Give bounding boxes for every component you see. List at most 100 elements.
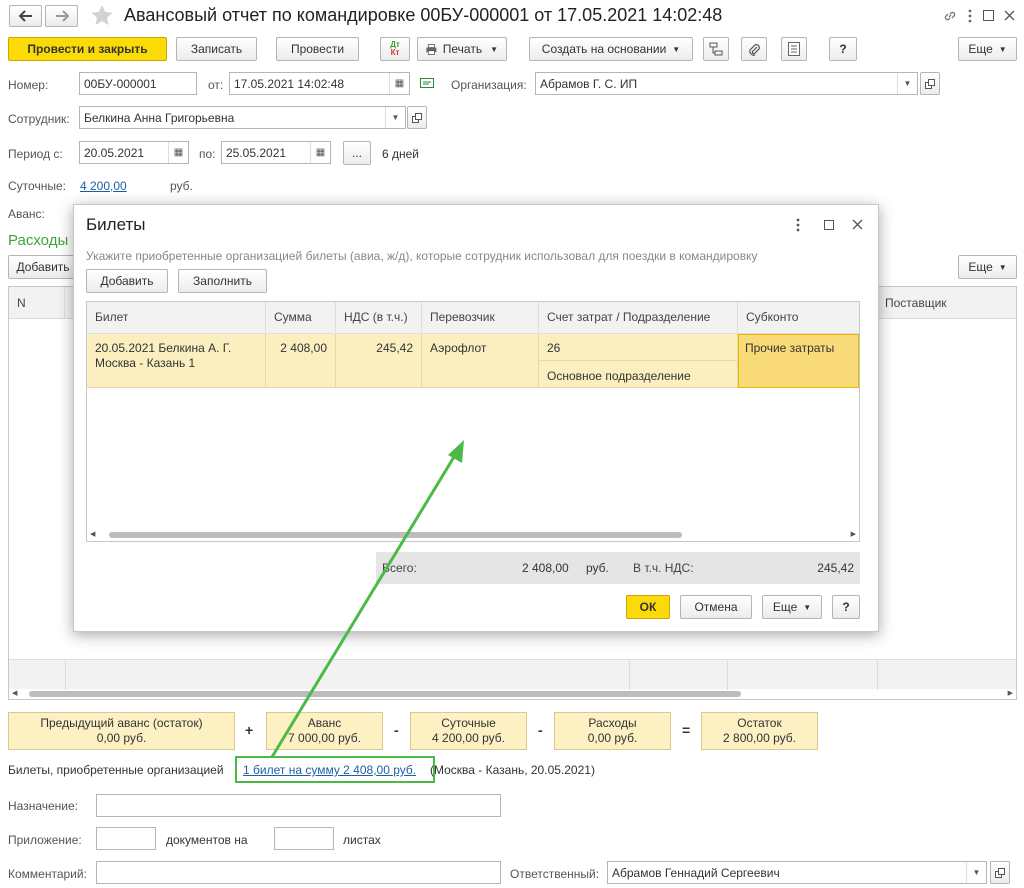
daily-allowance-link[interactable]: 4 200,00 (80, 179, 127, 193)
back-button[interactable] (9, 5, 42, 27)
tickets-dialog: Билеты Укажите приобретенные организацие… (73, 204, 879, 632)
post-and-close-button[interactable]: Провести и закрыть (8, 37, 167, 61)
print-button[interactable]: Печать ▼ (417, 37, 507, 61)
help-button[interactable]: ? (829, 37, 857, 61)
subconto-cell[interactable]: Прочие затраты (738, 334, 859, 388)
horizontal-scrollbar[interactable]: ◀ ▶ (9, 689, 1016, 699)
tickets-scrollbar[interactable]: ◀ ▶ (87, 530, 859, 540)
cancel-button[interactable]: Отмена (680, 595, 752, 619)
period-from-label: Период с: (8, 147, 63, 161)
create-based-button[interactable]: Создать на основании ▼ (529, 37, 693, 61)
dt-kt-button[interactable]: Дт Кт (380, 37, 410, 61)
documents-count-input[interactable] (96, 827, 156, 850)
summary-advance: Аванс 7 000,00 руб. (266, 712, 383, 750)
forward-button[interactable] (45, 5, 78, 27)
structure-icon (709, 42, 723, 56)
scroll-thumb[interactable] (109, 532, 682, 538)
window-title: Авансовый отчет по командировке 00БУ-000… (124, 5, 723, 25)
dt-kt-icon: Дт Кт (390, 40, 400, 57)
calendar-icon[interactable]: ▦ (168, 142, 188, 163)
period-to-value: 25.05.2021 (226, 145, 287, 160)
scroll-thumb[interactable] (29, 691, 741, 697)
organization-value: Абрамов Г. С. ИП (540, 76, 638, 91)
column-supplier: Поставщик (885, 296, 947, 310)
period-select-button[interactable]: ... (343, 141, 371, 165)
period-from-value: 20.05.2021 (84, 145, 145, 160)
date-input[interactable]: 17.05.2021 14:02:48 ▦ (229, 72, 410, 95)
purpose-input[interactable] (96, 794, 501, 817)
dropdown-icon[interactable]: ▼ (385, 107, 405, 128)
minus-operator: - (538, 722, 543, 738)
open-icon (995, 867, 1005, 878)
account-cell: 26 Основное подразделение (539, 334, 738, 388)
responsible-input[interactable]: Абрамов Геннадий Сергеевич ▼ (607, 861, 987, 884)
more-button[interactable]: Еще ▼ (958, 37, 1017, 61)
totals-bar: Всего: 2 408,00 руб. В т.ч. НДС: 245,42 (376, 552, 860, 584)
ticket-cell: 20.05.2021 Белкина А. Г. Москва - Казань … (87, 334, 266, 388)
dialog-help-button[interactable]: ? (832, 595, 860, 619)
attach-button[interactable] (741, 37, 767, 61)
expenses-table-footer (9, 659, 1016, 690)
days-count: 6 дней (382, 147, 420, 161)
sheets-count-input[interactable] (274, 827, 334, 850)
total-label: Всего: (382, 561, 417, 575)
post-button[interactable]: Провести (276, 37, 359, 61)
plus-operator: + (245, 722, 254, 738)
expenses-add-button[interactable]: Добавить (8, 255, 78, 279)
responsible-label: Ответственный: (510, 867, 600, 881)
period-to-input[interactable]: 25.05.2021 ▦ (221, 141, 331, 164)
open-organization-button[interactable] (920, 72, 940, 95)
daily-allowance-label: Суточные: (8, 179, 66, 193)
maximize-icon[interactable] (983, 10, 994, 21)
report-button[interactable] (781, 37, 807, 61)
chevron-down-icon: ▼ (490, 44, 498, 54)
close-icon[interactable] (1004, 10, 1015, 21)
calendar-icon[interactable]: ▦ (389, 73, 409, 94)
organization-input[interactable]: Абрамов Г. С. ИП ▼ (535, 72, 918, 95)
scroll-right-icon[interactable]: ▶ (1008, 689, 1013, 697)
dialog-fill-button[interactable]: Заполнить (178, 269, 267, 293)
dialog-more-button[interactable]: Еще ▼ (762, 595, 822, 619)
expenses-tab-label[interactable]: Расходы (8, 232, 68, 249)
period-to-label: по: (199, 147, 216, 161)
menu-dots-icon[interactable] (795, 218, 801, 232)
menu-dots-icon[interactable] (967, 8, 973, 24)
open-employee-button[interactable] (407, 106, 427, 129)
tickets-link[interactable]: 1 билет на сумму 2 408,00 руб. (243, 763, 416, 777)
dialog-title: Билеты (86, 215, 146, 234)
purpose-label: Назначение: (8, 799, 79, 813)
scroll-left-icon[interactable]: ◀ (90, 530, 95, 538)
maximize-icon[interactable] (824, 220, 834, 230)
open-responsible-button[interactable] (990, 861, 1010, 884)
dropdown-icon[interactable]: ▼ (966, 862, 986, 883)
table-row[interactable]: 20.05.2021 Белкина А. Г. Москва - Казань … (87, 334, 859, 388)
number-label: Номер: (8, 78, 49, 92)
close-icon[interactable] (852, 219, 863, 230)
scroll-left-icon[interactable]: ◀ (12, 689, 17, 697)
dialog-add-button[interactable]: Добавить (86, 269, 168, 293)
column-vat: НДС (в т.ч.) (336, 302, 422, 332)
chevron-down-icon: ▼ (998, 44, 1007, 54)
ok-button[interactable]: ОК (626, 595, 670, 619)
arrow-right-icon (55, 10, 69, 22)
expenses-more-button[interactable]: Еще ▼ (958, 255, 1017, 279)
scroll-right-icon[interactable]: ▶ (851, 530, 856, 538)
arrow-left-icon (18, 10, 32, 22)
link-icon[interactable] (943, 9, 957, 23)
open-icon (412, 112, 422, 123)
save-button[interactable]: Записать (176, 37, 257, 61)
responsible-value: Абрамов Геннадий Сергеевич (612, 865, 780, 880)
calendar-icon[interactable]: ▦ (310, 142, 330, 163)
column-carrier: Перевозчик (422, 302, 539, 332)
employee-input[interactable]: Белкина Анна Григорьевна ▼ (79, 106, 406, 129)
favorite-star-icon[interactable] (90, 4, 114, 26)
period-from-input[interactable]: 20.05.2021 ▦ (79, 141, 189, 164)
total-value: 2 408,00 (522, 561, 569, 575)
number-input[interactable]: 00БУ-000001 (79, 72, 197, 95)
tickets-table[interactable]: Билет Сумма НДС (в т.ч.) Перевозчик Счет… (86, 301, 860, 542)
more-label: Еще (968, 260, 993, 274)
dropdown-icon[interactable]: ▼ (897, 73, 917, 94)
comment-input[interactable] (96, 861, 501, 884)
comment-icon[interactable] (420, 78, 434, 90)
structure-button[interactable] (703, 37, 729, 61)
